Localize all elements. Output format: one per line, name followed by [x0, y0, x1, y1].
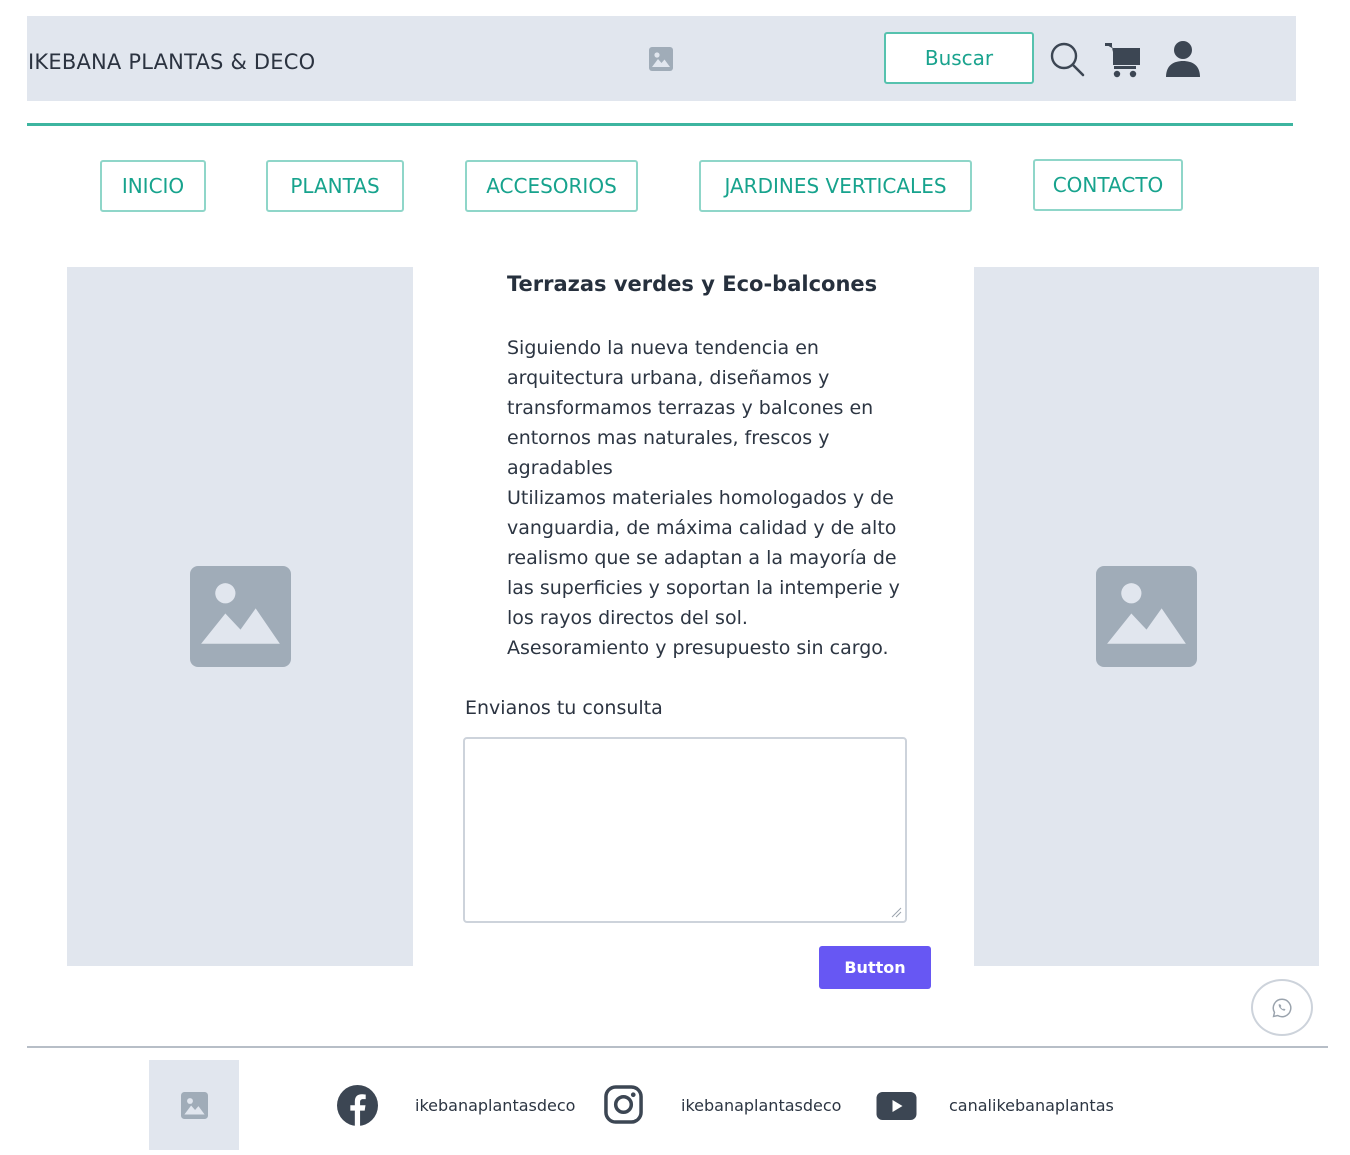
- description-paragraph-1: Siguiendo la nueva tendencia en arquitec…: [507, 337, 874, 479]
- nav-jardines-verticales-button[interactable]: JARDINES VERTICALES: [699, 160, 972, 212]
- facebook-icon[interactable]: [337, 1085, 378, 1126]
- header-divider: [27, 123, 1293, 126]
- image-placeholder-icon: [1096, 566, 1197, 667]
- nav-contacto-button[interactable]: CONTACTO: [1033, 159, 1183, 211]
- resize-grip-icon[interactable]: [890, 906, 902, 918]
- whatsapp-icon: [1272, 998, 1292, 1017]
- search-button-label: Buscar: [924, 46, 994, 70]
- form-label: Envianos tu consulta: [465, 697, 663, 719]
- nav-contacto-label: CONTACTO: [1052, 173, 1164, 197]
- image-placeholder-icon: [649, 47, 673, 71]
- section-description: Siguiendo la nueva tendencia en arquitec…: [507, 333, 927, 663]
- instagram-icon[interactable]: [604, 1085, 643, 1124]
- nav-inicio-button[interactable]: INICIO: [100, 160, 206, 212]
- message-textarea[interactable]: [463, 737, 907, 923]
- youtube-channel[interactable]: canalikebanaplantas: [949, 1096, 1114, 1115]
- nav-inicio-label: INICIO: [121, 174, 185, 198]
- section-title: Terrazas verdes y Eco-balcones: [507, 272, 878, 296]
- footer-logo[interactable]: [149, 1060, 239, 1150]
- search-button[interactable]: Buscar: [884, 32, 1034, 84]
- nav-plantas-button[interactable]: PLANTAS: [266, 160, 404, 212]
- description-paragraph-2: Utilizamos materiales homologados y de v…: [507, 487, 900, 629]
- nav-plantas-label: PLANTAS: [290, 174, 380, 198]
- user-icon[interactable]: [1163, 39, 1203, 79]
- nav-jardines-verticales-label: JARDINES VERTICALES: [724, 174, 947, 198]
- submit-button[interactable]: Button: [819, 946, 931, 989]
- cart-icon[interactable]: [1103, 40, 1143, 80]
- search-icon[interactable]: [1048, 40, 1088, 80]
- nav-accesorios-button[interactable]: ACCESORIOS: [465, 160, 638, 212]
- nav-accesorios-label: ACCESORIOS: [486, 174, 617, 198]
- footer-divider: [27, 1046, 1328, 1048]
- image-placeholder-icon: [190, 566, 291, 667]
- description-paragraph-3: Asesoramiento y presupuesto sin cargo.: [507, 637, 889, 659]
- facebook-handle[interactable]: ikebanaplantasdeco: [415, 1096, 575, 1115]
- youtube-icon[interactable]: [876, 1092, 917, 1120]
- whatsapp-button[interactable]: [1251, 979, 1313, 1036]
- instagram-handle[interactable]: ikebanaplantasdeco: [681, 1096, 841, 1115]
- brand-name[interactable]: IKEBANA PLANTAS & DECO: [28, 50, 315, 74]
- submit-button-label: Button: [844, 958, 906, 977]
- image-placeholder-icon: [180, 1091, 208, 1119]
